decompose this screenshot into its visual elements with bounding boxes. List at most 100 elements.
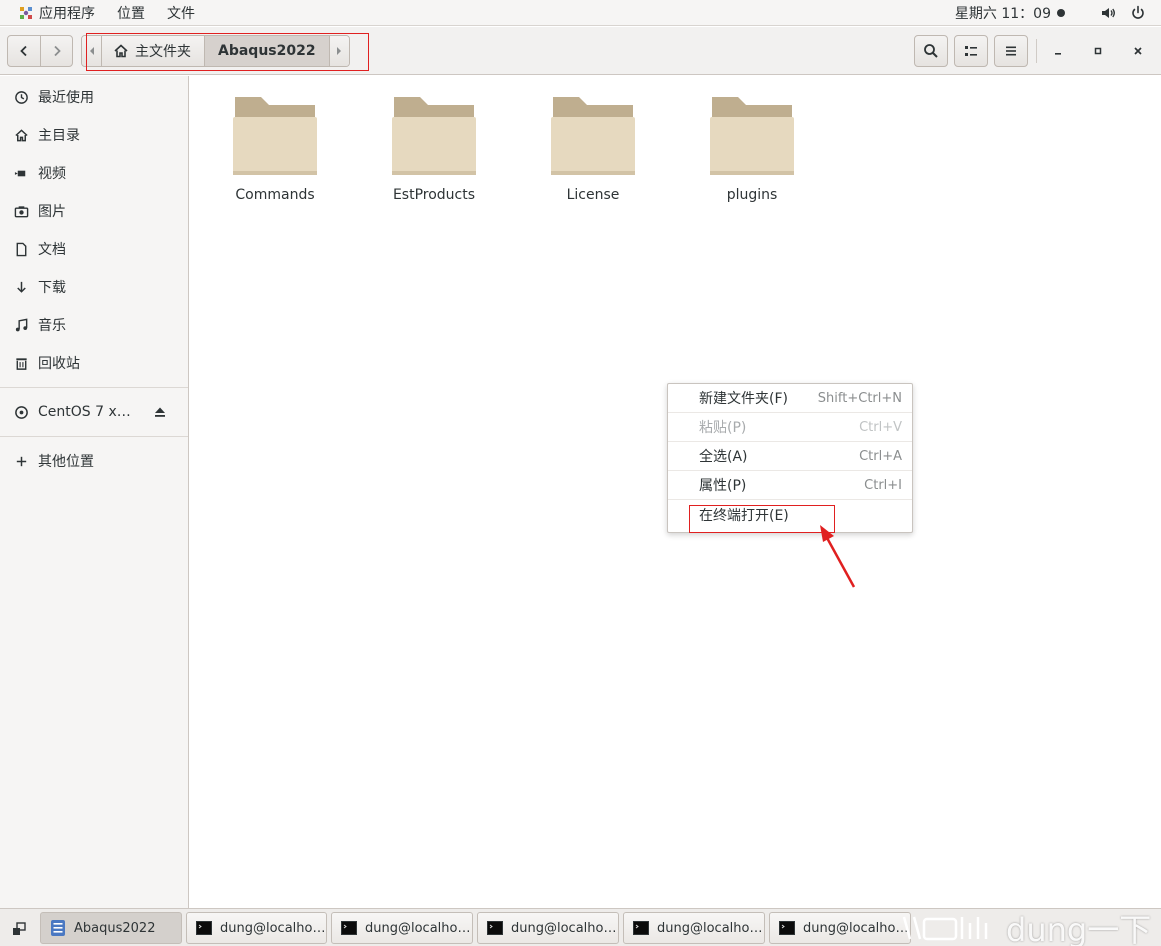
menu-item-new-folder[interactable]: 新建文件夹(F) Shift+Ctrl+N <box>668 384 912 413</box>
taskbar-item-label: dung@localho… <box>657 920 763 936</box>
forward-button[interactable] <box>40 36 72 66</box>
menu-item-select-all[interactable]: 全选(A) Ctrl+A <box>668 442 912 471</box>
list-view-icon <box>965 46 977 56</box>
folder-icon <box>710 97 794 175</box>
minimize-icon <box>1055 53 1061 55</box>
taskbar-item-terminal[interactable]: dung@localho… <box>331 912 473 944</box>
sidebar-item-label: 下载 <box>38 280 66 296</box>
menu-item-shortcut: Ctrl+I <box>864 477 902 493</box>
view-options-button[interactable] <box>954 35 988 67</box>
chevron-left-icon <box>20 45 27 57</box>
breadcrumb-home[interactable]: 主文件夹 <box>102 36 204 66</box>
folder-icon <box>551 97 635 175</box>
volume-icon[interactable] <box>1099 4 1117 22</box>
applications-label: 应用程序 <box>39 5 95 22</box>
taskbar-item-terminal[interactable]: dung@localho… <box>623 912 765 944</box>
back-button[interactable] <box>8 36 40 66</box>
close-button[interactable] <box>1122 35 1154 67</box>
menu-item-label: 属性(P) <box>699 478 747 494</box>
trash-icon <box>13 355 29 371</box>
disc-icon <box>13 404 29 420</box>
places-menu[interactable]: 位置 <box>106 0 156 26</box>
menu-button[interactable] <box>994 35 1028 67</box>
music-icon <box>13 317 29 333</box>
search-icon <box>924 44 938 58</box>
breadcrumb: 主文件夹 Abaqus2022 <box>81 35 350 67</box>
triangle-left-icon <box>89 47 94 55</box>
taskbar-item-label: Abaqus2022 <box>74 920 156 936</box>
sidebar-item-home[interactable]: 主目录 <box>0 116 188 154</box>
applications-icon <box>19 6 33 20</box>
sidebar-separator <box>0 436 188 437</box>
taskbar: Abaqus2022 dung@localho… dung@localho… d… <box>0 908 1161 946</box>
eject-icon[interactable] <box>153 405 167 419</box>
terminal-icon <box>486 919 504 937</box>
menu-item-shortcut: Ctrl+V <box>859 419 902 435</box>
watermark-text: dung一下 <box>1006 911 1152 946</box>
applications-menu[interactable]: 应用程序 <box>8 0 106 26</box>
clock[interactable]: 星期六 11：09 <box>955 3 1065 23</box>
hamburger-icon <box>1006 46 1016 56</box>
top-panel: 应用程序 位置 文件 星期六 11：09 <box>0 0 1161 26</box>
sidebar-item-documents[interactable]: 文档 <box>0 230 188 268</box>
home-icon <box>13 127 29 143</box>
taskbar-item-terminal[interactable]: dung@localho… <box>769 912 911 944</box>
terminal-icon <box>340 919 358 937</box>
context-menu: 新建文件夹(F) Shift+Ctrl+N 粘贴(P) Ctrl+V 全选(A)… <box>667 383 913 533</box>
sidebar-item-device[interactable]: CentOS 7 x… <box>0 393 188 431</box>
terminal-icon <box>778 919 796 937</box>
header-separator <box>1036 39 1037 63</box>
terminal-icon <box>195 919 213 937</box>
folder-name: EstProducts <box>392 187 476 203</box>
menu-item-label: 全选(A) <box>699 449 748 465</box>
sidebar-item-downloads[interactable]: 下载 <box>0 268 188 306</box>
sidebar: 最近使用 主目录 视频 图片 文档 下载 音乐 回收站 CentOS 7 x… … <box>0 76 189 908</box>
sidebar-item-label: 最近使用 <box>38 90 94 106</box>
folder-item[interactable]: plugins <box>682 93 822 203</box>
sidebar-item-pictures[interactable]: 图片 <box>0 192 188 230</box>
taskbar-item-terminal[interactable]: dung@localho… <box>186 912 327 944</box>
sidebar-item-music[interactable]: 音乐 <box>0 306 188 344</box>
sidebar-separator <box>0 387 188 388</box>
top-menu: 应用程序 位置 文件 <box>0 0 206 26</box>
breadcrumb-scroll-right[interactable] <box>328 36 349 66</box>
minimize-button[interactable] <box>1042 35 1074 67</box>
sidebar-item-label: 其他位置 <box>38 454 94 470</box>
show-desktop-button[interactable] <box>6 916 32 942</box>
folder-item[interactable]: License <box>523 93 663 203</box>
search-button[interactable] <box>914 35 948 67</box>
notification-dot-icon <box>1057 8 1065 17</box>
bilibili-logo-icon <box>902 916 988 941</box>
app-menu[interactable]: 文件 <box>156 0 206 26</box>
sidebar-item-label: 回收站 <box>38 356 80 372</box>
file-manager-icon <box>49 919 67 937</box>
menu-item-shortcut: Ctrl+A <box>859 448 902 464</box>
menu-item-open-in-terminal[interactable]: 在终端打开(E) <box>668 500 912 529</box>
folder-item[interactable]: EstProducts <box>364 93 504 203</box>
breadcrumb-scroll-left[interactable] <box>82 36 102 66</box>
maximize-button[interactable] <box>1082 35 1114 67</box>
sidebar-item-label: 音乐 <box>38 318 66 334</box>
taskbar-item-label: dung@localho… <box>365 920 471 936</box>
taskbar-item-files[interactable]: Abaqus2022 <box>40 912 182 944</box>
folder-name: License <box>566 187 620 203</box>
clock-label: 星期六 11：09 <box>954 5 1051 22</box>
folder-item[interactable]: Commands <box>205 93 345 203</box>
folder-name: Commands <box>235 187 315 203</box>
chevron-right-icon <box>53 45 61 57</box>
status-area: 星期六 11：09 <box>955 0 1161 26</box>
taskbar-item-label: dung@localho… <box>220 920 326 936</box>
power-icon[interactable] <box>1129 4 1147 22</box>
taskbar-item-terminal[interactable]: dung@localho… <box>477 912 619 944</box>
menu-item-properties[interactable]: 属性(P) Ctrl+I <box>668 471 912 500</box>
maximize-icon <box>1094 47 1102 55</box>
menu-item-label: 在终端打开(E) <box>699 507 789 524</box>
sidebar-item-recent[interactable]: 最近使用 <box>0 78 188 116</box>
sidebar-item-other-locations[interactable]: 其他位置 <box>0 442 188 480</box>
sidebar-item-trash[interactable]: 回收站 <box>0 344 188 382</box>
sidebar-item-videos[interactable]: 视频 <box>0 154 188 192</box>
watermark: dung一下 <box>900 909 1161 946</box>
menu-item-label: 新建文件夹(F) <box>699 391 788 407</box>
download-icon <box>13 279 29 295</box>
breadcrumb-current[interactable]: Abaqus2022 <box>204 36 329 66</box>
